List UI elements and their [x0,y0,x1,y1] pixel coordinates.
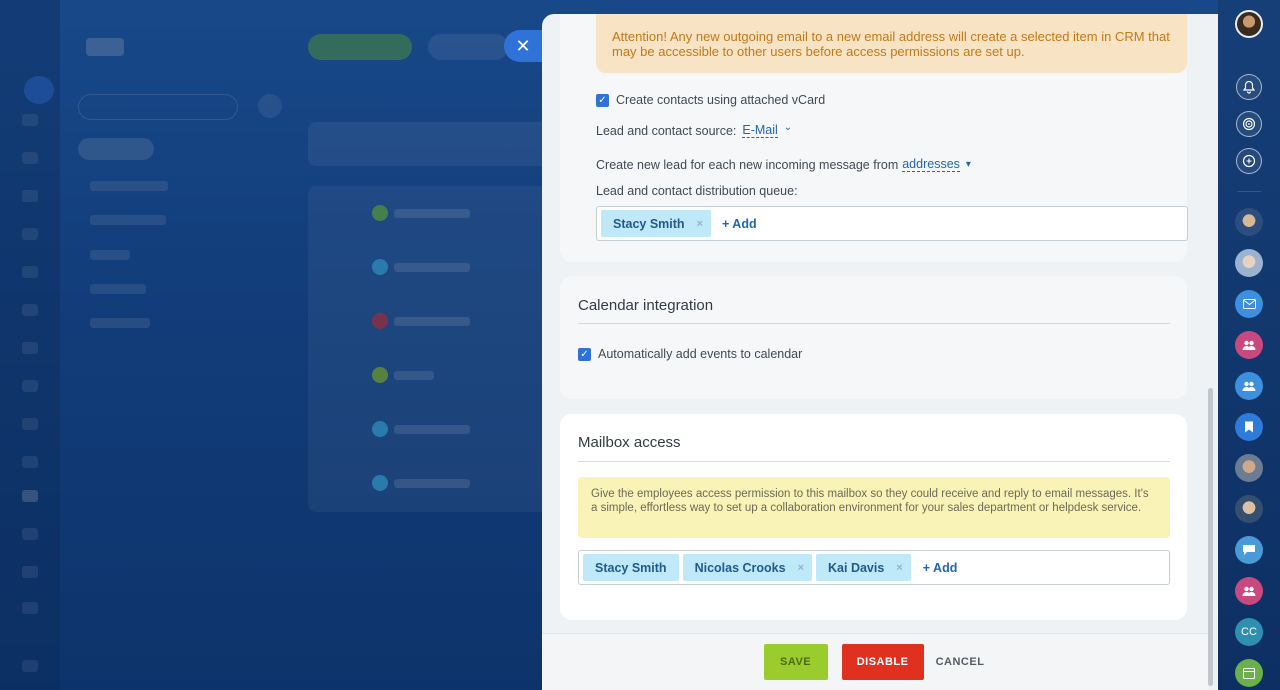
panel-scrollbar[interactable] [1208,388,1213,686]
remove-tag-icon[interactable]: × [896,562,902,574]
add-user-link[interactable]: + Add [722,217,757,231]
lead-source-label: Lead and contact source: [596,123,737,138]
create-contacts-label: Create contacts using attached vCard [616,93,826,107]
auto-add-events-label: Automatically add events to calendar [598,347,803,361]
chevron-down-icon: ⌄ [783,122,793,133]
lead-source-row: Lead and contact source: E-Mail ⌄ [596,122,793,138]
create-lead-row: Create new lead for each new incoming me… [596,157,971,172]
mailbox-access-info-text: Give the employees access permission to … [591,488,1149,514]
section-divider [578,323,1170,324]
mailbox-access-users-field[interactable]: Stacy Smith Nicolas Crooks × Kai Davis ×… [578,550,1170,585]
user-tag: Stacy Smith [583,554,679,581]
distribution-queue-field[interactable]: Stacy Smith × + Add [596,206,1188,241]
bookmark-icon[interactable] [1235,413,1263,441]
close-slider-button[interactable]: ✕ [504,30,542,62]
remove-tag-icon[interactable]: × [798,562,804,574]
create-contacts-row: ✓ Create contacts using attached vCard [596,93,825,107]
contact-avatar[interactable] [1235,208,1263,236]
mail-icon[interactable] [1235,290,1263,318]
section-divider [578,461,1170,462]
chat-search-icon[interactable] [1236,148,1262,174]
mailbox-settings-panel: Attention! Any new outgoing email to a n… [542,14,1218,690]
panel-footer: SAVE DISABLE CANCEL [542,633,1208,690]
user-tag-label: Stacy Smith [613,216,685,231]
check-icon: ✓ [580,348,589,360]
crm-settings-card: Attention! Any new outgoing email to a n… [560,14,1188,262]
create-lead-label: Create new lead for each new incoming me… [596,157,899,172]
user-tag: Kai Davis × [816,554,911,581]
close-icon: ✕ [515,35,531,56]
chat-icon[interactable] [1235,536,1263,564]
disable-button[interactable]: DISABLE [841,644,924,680]
attention-text: Attention! Any new outgoing email to a n… [612,29,1170,59]
user-tag: Stacy Smith × [601,210,711,237]
distribution-label-row: Lead and contact distribution queue: [596,184,798,198]
users-group-icon[interactable] [1235,372,1263,400]
target-icon[interactable] [1236,111,1262,137]
mailbox-access-card: Mailbox access Give the employees access… [560,414,1187,620]
user-tag-label: Kai Davis [828,560,885,575]
contact-avatar[interactable] [1235,454,1263,482]
user-tag-label: Stacy Smith [595,560,667,575]
mailbox-access-title: Mailbox access [578,434,681,451]
distribution-label: Lead and contact distribution queue: [596,184,798,198]
calendar-section-title: Calendar integration [578,297,714,314]
crm-attention-alert: Attention! Any new outgoing email to a n… [596,14,1187,73]
bell-icon[interactable] [1236,74,1262,100]
auto-add-events-checkbox[interactable]: ✓ [578,347,591,361]
save-button[interactable]: SAVE [763,644,828,680]
auto-add-events-row: ✓ Automatically add events to calendar [578,347,802,361]
initials-avatar[interactable]: CC [1235,618,1263,646]
calendar-integration-card: Calendar integration ✓ Automatically add… [560,276,1187,399]
lead-source-dropdown[interactable]: E-Mail [742,123,778,138]
rail-divider [1237,191,1261,192]
users-group-icon[interactable] [1235,331,1263,359]
create-contacts-checkbox[interactable]: ✓ [596,93,609,107]
user-tag-label: Nicolas Crooks [694,560,786,575]
remove-tag-icon[interactable]: × [697,218,703,230]
contact-avatar[interactable] [1235,495,1263,523]
mailbox-access-info: Give the employees access permission to … [578,477,1170,538]
calendar-icon[interactable] [1235,659,1263,687]
caret-down-icon: ▾ [965,159,971,170]
group-avatar[interactable] [1235,249,1263,277]
user-tag: Nicolas Crooks × [682,554,813,581]
cancel-button[interactable]: CANCEL [934,644,987,680]
users-group-icon[interactable] [1235,577,1263,605]
create-lead-dropdown[interactable]: addresses [902,157,960,172]
add-user-link[interactable]: + Add [923,561,958,575]
check-icon: ✓ [598,94,607,106]
user-avatar[interactable] [1235,10,1263,38]
